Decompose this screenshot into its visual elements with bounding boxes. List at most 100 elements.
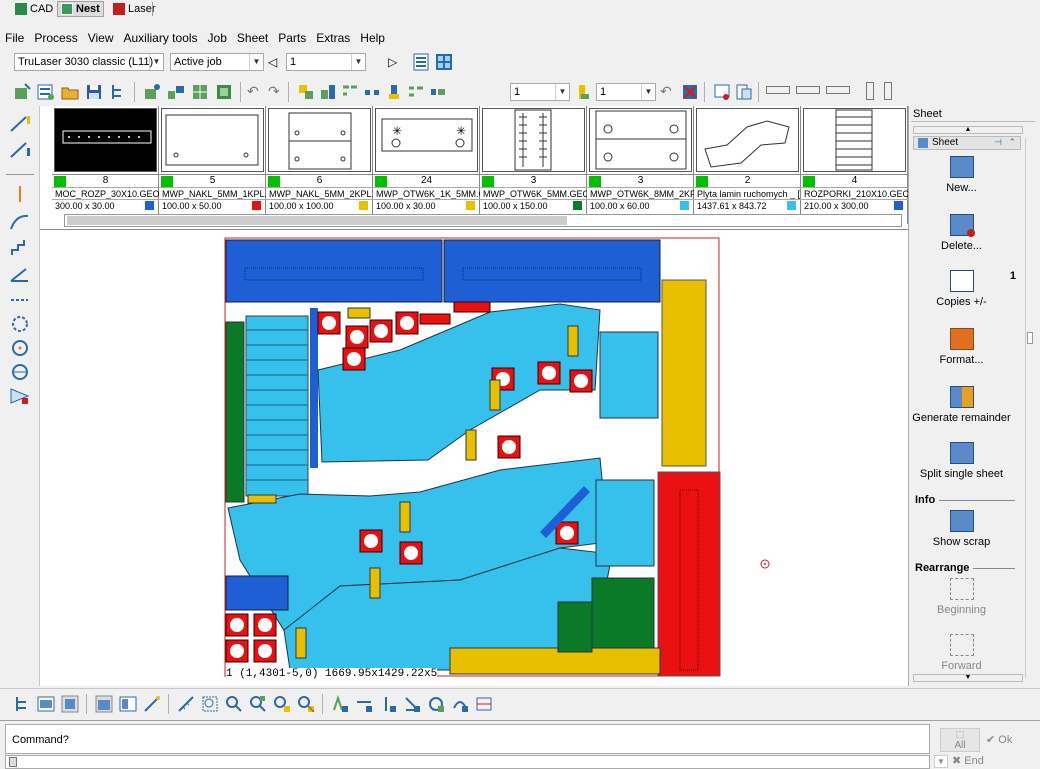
- menu-sheet[interactable]: Sheet: [232, 30, 273, 46]
- tab-nest[interactable]: Nest: [57, 1, 104, 17]
- menu-extras[interactable]: Extras: [311, 30, 355, 46]
- save-icon[interactable]: [84, 82, 104, 102]
- copy-part-icon[interactable]: [318, 82, 338, 102]
- panel-tab-sheet[interactable]: Sheet ⊣ ⌃: [913, 136, 1021, 150]
- zoom-icon[interactable]: [224, 694, 244, 714]
- stair-tool-icon[interactable]: [8, 238, 32, 258]
- layout-view-icon[interactable]: [94, 694, 114, 714]
- vertical-line-icon[interactable]: [8, 184, 32, 204]
- machine-select[interactable]: TruLaser 3030 classic (L11) ▼: [14, 53, 164, 71]
- distribute-icon[interactable]: [362, 82, 382, 102]
- array-icon[interactable]: [406, 82, 426, 102]
- diagonal-tool-icon[interactable]: [8, 140, 32, 160]
- grid-fill-icon[interactable]: [428, 82, 448, 102]
- move-part-icon[interactable]: [296, 82, 316, 102]
- command-input[interactable]: [5, 755, 930, 769]
- draw-tool-icon[interactable]: [142, 694, 162, 714]
- circle-center-icon[interactable]: [8, 338, 32, 358]
- rearrange-beginning-button[interactable]: Beginning: [909, 578, 1014, 616]
- quantity-tool-icon[interactable]: [574, 82, 594, 102]
- open-folder-icon[interactable]: [60, 82, 80, 102]
- quantity-select[interactable]: 1 ▼: [510, 83, 570, 101]
- layout-option-icon[interactable]: [796, 86, 820, 94]
- nest-grid-icon[interactable]: [190, 82, 210, 102]
- menu-view[interactable]: View: [83, 30, 119, 46]
- align-parts-icon[interactable]: [340, 82, 360, 102]
- dimension-arc-icon[interactable]: [450, 694, 470, 714]
- layout-options[interactable]: [766, 86, 866, 96]
- pin-icon[interactable]: ⊣: [994, 137, 1002, 148]
- dimension-radius-icon[interactable]: [426, 694, 446, 714]
- scrollbar-thumb[interactable]: [67, 216, 567, 225]
- menu-help[interactable]: Help: [355, 30, 390, 46]
- layout-option-icon[interactable]: [826, 86, 850, 94]
- new-sheet-button[interactable]: New...: [909, 156, 1014, 194]
- circle-tool-icon[interactable]: [8, 314, 32, 334]
- all-button[interactable]: ⬚ All: [940, 728, 980, 752]
- part-tile[interactable]: 4 ROZPORKI_210X10.GEO 210.00 x 300.00: [801, 106, 908, 224]
- undo-icon[interactable]: ↶: [247, 83, 259, 100]
- delete-sheet-button[interactable]: Delete...: [909, 214, 1014, 252]
- job-select[interactable]: Active job ▼: [170, 53, 264, 71]
- measure-icon[interactable]: [176, 694, 196, 714]
- column-option-icon[interactable]: [884, 82, 892, 100]
- panel-scrollbar[interactable]: [1025, 138, 1033, 678]
- command-dropdown[interactable]: ▼: [934, 755, 948, 768]
- layout-option-icon[interactable]: [766, 86, 790, 94]
- part-tile[interactable]: 6 MWP_NAKL_5MM_2KPL. 100.00 x 100.00: [266, 106, 373, 224]
- sheet-grid-icon[interactable]: [434, 52, 454, 72]
- column-option-icon[interactable]: [866, 82, 874, 100]
- ok-button[interactable]: ✔ Ok: [986, 730, 1036, 750]
- part-tile[interactable]: 8 MOC_ROZP_30X10.GEO 300.00 x 30.00: [52, 106, 159, 224]
- zoom-window-icon[interactable]: [200, 694, 220, 714]
- dimension-angle-icon[interactable]: [402, 694, 422, 714]
- dimension-vertical-icon[interactable]: [378, 694, 398, 714]
- dimension-delete-icon[interactable]: [474, 694, 494, 714]
- scrollbar-thumb[interactable]: [1027, 332, 1033, 344]
- dimension-icon[interactable]: [330, 694, 350, 714]
- part-tile[interactable]: 5 MWP_NAKL_5MM_1KPL. 100.00 x 50.00: [159, 106, 266, 224]
- menu-job[interactable]: Job: [203, 30, 232, 46]
- sheet-copy-icon[interactable]: [734, 82, 754, 102]
- part-tile[interactable]: 3 MWP_OTW6K_8MM_2KP 100.00 x 60.00: [587, 106, 694, 224]
- redo-icon[interactable]: ↷: [268, 83, 280, 100]
- nest-drawing[interactable]: [40, 230, 908, 686]
- tree-view-icon[interactable]: [12, 694, 32, 714]
- zoom-fit-icon[interactable]: [248, 694, 268, 714]
- angle-tool-icon[interactable]: [8, 264, 32, 284]
- auto-nest-icon[interactable]: [166, 82, 186, 102]
- parts-view-icon[interactable]: [60, 694, 80, 714]
- previous-sheet-icon[interactable]: ◁: [268, 54, 282, 70]
- parts-strip-scrollbar[interactable]: [64, 214, 902, 227]
- repeat-icon[interactable]: ↶: [660, 83, 672, 100]
- tree-icon[interactable]: [108, 82, 128, 102]
- rotate-part-icon[interactable]: [384, 82, 404, 102]
- parts-list-icon[interactable]: [36, 82, 56, 102]
- menu-file[interactable]: File: [0, 30, 29, 46]
- generate-remainder-button[interactable]: Generate remainder: [909, 386, 1014, 424]
- sheet-layout-icon[interactable]: [214, 82, 234, 102]
- panel-scroll-down-icon[interactable]: ▼: [913, 674, 1023, 682]
- distance-tool-icon[interactable]: [8, 290, 32, 310]
- menu-auxiliary-tools[interactable]: Auxiliary tools: [119, 30, 203, 46]
- split-view-icon[interactable]: [118, 694, 138, 714]
- dimension-horizontal-icon[interactable]: [354, 694, 374, 714]
- line-tool-icon[interactable]: [8, 114, 32, 134]
- place-part-icon[interactable]: [142, 82, 162, 102]
- format-button[interactable]: Format...: [909, 328, 1014, 366]
- sheet-number-select[interactable]: 1 ▼: [286, 53, 366, 71]
- panel-scroll-up-icon[interactable]: ▲: [913, 126, 1023, 134]
- circle-radius-icon[interactable]: [8, 362, 32, 382]
- tab-cad[interactable]: CAD: [12, 1, 56, 17]
- part-tile[interactable]: 2 Plyta lamin ruchomych _ [ 1437.61 x 84…: [694, 106, 801, 224]
- delete-parts-icon[interactable]: [680, 82, 700, 102]
- collapse-icon[interactable]: ⌃: [1008, 137, 1016, 148]
- menu-process[interactable]: Process: [29, 30, 82, 46]
- nest-canvas[interactable]: 1 (1,4301-5,0) 1669.95x1429.22x5: [40, 230, 908, 686]
- curve-tool-icon[interactable]: [8, 212, 32, 232]
- menu-parts[interactable]: Parts: [273, 30, 311, 46]
- add-part-icon[interactable]: [12, 82, 32, 102]
- show-scrap-button[interactable]: Show scrap: [909, 510, 1014, 548]
- sheet-delete-icon[interactable]: [712, 82, 732, 102]
- split-sheet-button[interactable]: Split single sheet: [909, 442, 1014, 480]
